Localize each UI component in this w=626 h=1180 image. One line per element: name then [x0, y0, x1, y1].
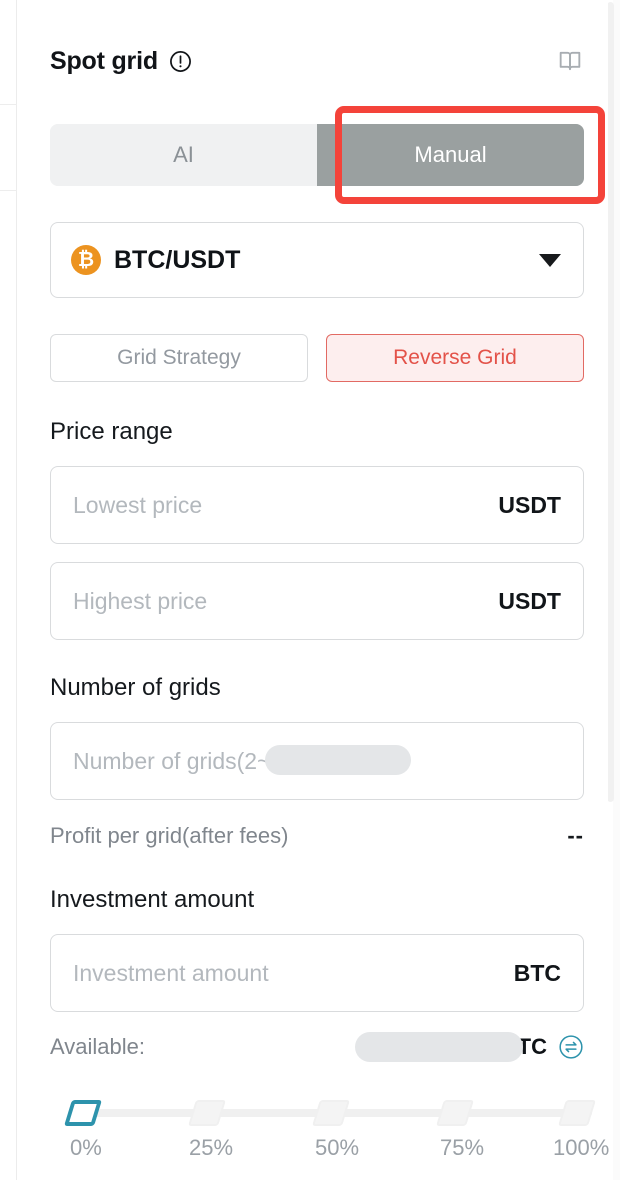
bitcoin-icon: ₿	[71, 245, 101, 275]
reverse-grid-button[interactable]: Reverse Grid	[326, 334, 584, 382]
swap-transfer-icon[interactable]	[558, 1034, 584, 1060]
slider-knob-75[interactable]	[436, 1100, 474, 1126]
chevron-down-icon[interactable]	[539, 253, 561, 267]
price-range-heading: Price range	[50, 418, 173, 445]
tab-ai[interactable]: AI	[50, 124, 317, 186]
mode-tab-group: AI Manual	[50, 124, 584, 186]
slider-tick-100: 100%	[553, 1135, 610, 1160]
divider-line	[0, 104, 17, 105]
vertical-scrollbar-track[interactable]	[607, 0, 620, 1180]
slider-tick-50: 50%	[315, 1135, 360, 1160]
left-panel-edge	[0, 0, 17, 1180]
slider-knob-25[interactable]	[188, 1100, 226, 1126]
slider-knob-100[interactable]	[558, 1100, 596, 1126]
title-group: Spot grid	[50, 47, 192, 76]
slider-tick-25: 25%	[189, 1135, 234, 1160]
tab-manual[interactable]: Manual	[317, 124, 584, 186]
slider-knob-0[interactable]	[64, 1100, 102, 1126]
slider-tick-labels: 0% 25% 50% 75% 100%	[50, 1135, 610, 1165]
spot-grid-panel: Spot grid AI Manual ₿ BTC/USDT Grid Stra…	[0, 0, 626, 1180]
lowest-price-field[interactable]: Lowest price USDT	[50, 466, 584, 544]
profit-per-grid-row: Profit per grid(after fees) --	[50, 822, 584, 850]
slider-knob-50[interactable]	[312, 1100, 350, 1126]
redaction-blob	[355, 1032, 523, 1062]
slider-tick-75: 75%	[440, 1135, 485, 1160]
investment-amount-unit: BTC	[513, 959, 561, 986]
lowest-price-placeholder: Lowest price	[73, 491, 203, 518]
highest-price-unit: USDT	[498, 587, 561, 614]
divider-line	[0, 190, 17, 191]
investment-amount-field[interactable]: Investment amount BTC	[50, 934, 584, 1012]
spot-grid-form: Spot grid AI Manual ₿ BTC/USDT Grid Stra…	[18, 0, 610, 1180]
redaction-blob	[265, 745, 411, 775]
panel-header: Spot grid	[50, 38, 584, 84]
trading-pair-selector[interactable]: ₿ BTC/USDT	[50, 222, 584, 298]
number-of-grids-heading: Number of grids	[50, 674, 221, 701]
investment-amount-heading: Investment amount	[50, 886, 255, 913]
profit-per-grid-label: Profit per grid(after fees)	[50, 823, 289, 848]
investment-amount-placeholder: Investment amount	[73, 959, 269, 986]
page-title: Spot grid	[50, 46, 158, 75]
lowest-price-unit: USDT	[498, 491, 561, 518]
vertical-scrollbar-thumb[interactable]	[607, 2, 614, 802]
profit-per-grid-value: --	[567, 823, 584, 848]
info-circle-icon[interactable]	[169, 50, 192, 73]
open-book-icon[interactable]	[556, 47, 584, 75]
available-balance-label: Available:	[50, 1034, 145, 1059]
grid-strategy-button[interactable]: Grid Strategy	[50, 334, 308, 382]
percentage-slider[interactable]	[64, 1100, 596, 1126]
highest-price-placeholder: Highest price	[73, 587, 208, 614]
highest-price-field[interactable]: Highest price USDT	[50, 562, 584, 640]
slider-tick-0: 0%	[70, 1135, 102, 1160]
strategy-toggle-group: Grid Strategy Reverse Grid	[50, 334, 584, 382]
trading-pair-label: BTC/USDT	[114, 245, 241, 274]
